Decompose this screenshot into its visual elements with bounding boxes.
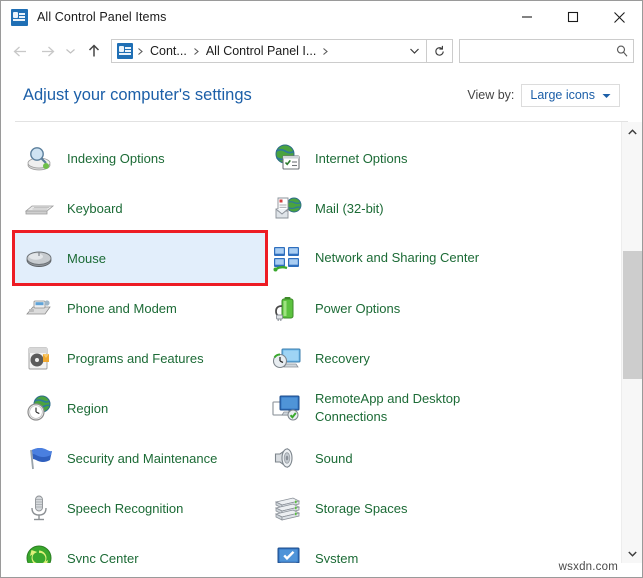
minimize-button[interactable] <box>504 1 550 33</box>
item-label: Region <box>67 400 108 417</box>
item-label: RemoteApp and Desktop Connections <box>315 390 493 426</box>
address-control-panel-icon <box>117 43 133 59</box>
item-label: Recovery <box>315 350 370 367</box>
speech-recognition-icon <box>23 492 55 524</box>
sync-center-icon <box>23 542 55 563</box>
phone-and-modem-icon <box>23 292 55 324</box>
header-band: Adjust your computer's settings View by:… <box>1 69 642 121</box>
view-by-value: Large icons <box>530 88 595 102</box>
power-options-icon <box>271 292 303 324</box>
window-title: All Control Panel Items <box>37 10 166 24</box>
remoteapp-and-desktop-connections-icon <box>271 392 303 424</box>
item-label: Mail (32-bit) <box>315 200 384 217</box>
internet-options-icon <box>271 142 303 174</box>
item-label: Security and Maintenance <box>67 450 217 467</box>
scrollbar-track[interactable] <box>622 141 642 544</box>
breadcrumb-separator-icon <box>191 47 202 56</box>
item-label: Network and Sharing Center <box>315 249 479 267</box>
control-panel-item-internet-options[interactable]: Internet Options <box>263 133 513 183</box>
refresh-button[interactable] <box>427 39 453 63</box>
item-label: Mouse <box>67 250 106 267</box>
control-panel-item-security-and-maintenance[interactable]: Security and Maintenance <box>15 433 265 483</box>
recovery-icon <box>271 342 303 374</box>
control-panel-item-speech-recognition[interactable]: Speech Recognition <box>15 483 265 533</box>
control-panel-item-region[interactable]: Region <box>15 383 265 433</box>
item-label: Phone and Modem <box>67 300 177 317</box>
scrollbar-thumb[interactable] <box>623 251 642 379</box>
network-and-sharing-center-icon <box>271 242 303 274</box>
watermark: wsxdn.com <box>559 561 618 573</box>
window-controls <box>504 1 642 33</box>
up-button[interactable] <box>80 37 107 65</box>
programs-and-features-icon <box>23 342 55 374</box>
item-label: Power Options <box>315 300 400 317</box>
item-label: Internet Options <box>315 150 408 167</box>
keyboard-icon <box>23 192 55 224</box>
close-button[interactable] <box>596 1 642 33</box>
breadcrumb-item-all-control-panel-items[interactable]: All Control Panel I... <box>202 44 320 58</box>
items-column-1: Indexing Options Keyboard <box>15 133 265 563</box>
control-panel-item-indexing-options[interactable]: Indexing Options <box>15 133 265 183</box>
recent-locations-button[interactable] <box>61 37 80 65</box>
item-label: Programs and Features <box>67 350 204 367</box>
control-panel-item-recovery[interactable]: Recovery <box>263 333 513 383</box>
storage-spaces-icon <box>271 492 303 524</box>
search-box[interactable] <box>459 39 634 63</box>
control-panel-icon <box>11 9 28 26</box>
view-by-label: View by: <box>467 88 514 102</box>
control-panel-item-phone-and-modem[interactable]: Phone and Modem <box>15 283 265 333</box>
item-label: Sync Center <box>67 550 139 564</box>
control-panel-item-storage-spaces[interactable]: Storage Spaces <box>263 483 513 533</box>
item-label: Storage Spaces <box>315 500 408 517</box>
breadcrumb-separator-icon <box>135 47 146 56</box>
item-label: Indexing Options <box>67 150 165 167</box>
scroll-down-button[interactable] <box>622 544 642 563</box>
item-label: Speech Recognition <box>67 500 183 517</box>
forward-button[interactable] <box>34 37 61 65</box>
title-bar: All Control Panel Items <box>1 1 642 33</box>
mail-icon <box>271 192 303 224</box>
control-panel-item-sound[interactable]: Sound <box>263 433 513 483</box>
control-panel-window: All Control Panel Items <box>0 0 643 578</box>
vertical-scrollbar[interactable] <box>621 122 642 563</box>
page-title: Adjust your computer's settings <box>23 86 252 105</box>
control-panel-item-keyboard[interactable]: Keyboard <box>15 183 265 233</box>
mouse-icon <box>23 242 55 274</box>
sound-icon <box>271 442 303 474</box>
chevron-down-icon <box>602 86 611 104</box>
control-panel-item-mail[interactable]: Mail (32-bit) <box>263 183 513 233</box>
items-columns: Indexing Options Keyboard <box>1 122 621 133</box>
system-icon <box>271 542 303 563</box>
control-panel-item-system[interactable]: System <box>263 533 513 563</box>
scroll-up-button[interactable] <box>622 122 642 141</box>
indexing-options-icon <box>23 142 55 174</box>
search-icon[interactable] <box>611 44 633 58</box>
view-by-control: View by: Large icons <box>467 84 620 107</box>
breadcrumb-item-control-panel[interactable]: Cont... <box>146 44 191 58</box>
control-panel-item-power-options[interactable]: Power Options <box>263 283 513 333</box>
item-label: Keyboard <box>67 200 123 217</box>
chevron-down-icon[interactable] <box>402 47 426 55</box>
breadcrumb-separator-icon <box>320 47 331 56</box>
navigation-bar: Cont... All Control Panel I... <box>1 33 642 69</box>
items-scroll-region: Indexing Options Keyboard <box>1 122 621 563</box>
item-label: Sound <box>315 450 353 467</box>
control-panel-item-sync-center[interactable]: Sync Center <box>15 533 265 563</box>
control-panel-item-mouse[interactable]: Mouse <box>15 233 265 283</box>
items-column-2: Internet Options <box>263 133 513 563</box>
search-input[interactable] <box>460 44 611 58</box>
control-panel-item-network-and-sharing-center[interactable]: Network and Sharing Center <box>263 233 513 283</box>
item-label: System <box>315 550 358 564</box>
back-button[interactable] <box>7 37 34 65</box>
view-by-dropdown[interactable]: Large icons <box>521 84 620 107</box>
control-panel-item-remoteapp-and-desktop-connections[interactable]: RemoteApp and Desktop Connections <box>263 383 513 433</box>
control-panel-item-programs-and-features[interactable]: Programs and Features <box>15 333 265 383</box>
items-content-area: Indexing Options Keyboard <box>1 122 642 563</box>
region-icon <box>23 392 55 424</box>
maximize-button[interactable] <box>550 1 596 33</box>
security-and-maintenance-icon <box>23 442 55 474</box>
address-bar[interactable]: Cont... All Control Panel I... <box>111 39 427 63</box>
